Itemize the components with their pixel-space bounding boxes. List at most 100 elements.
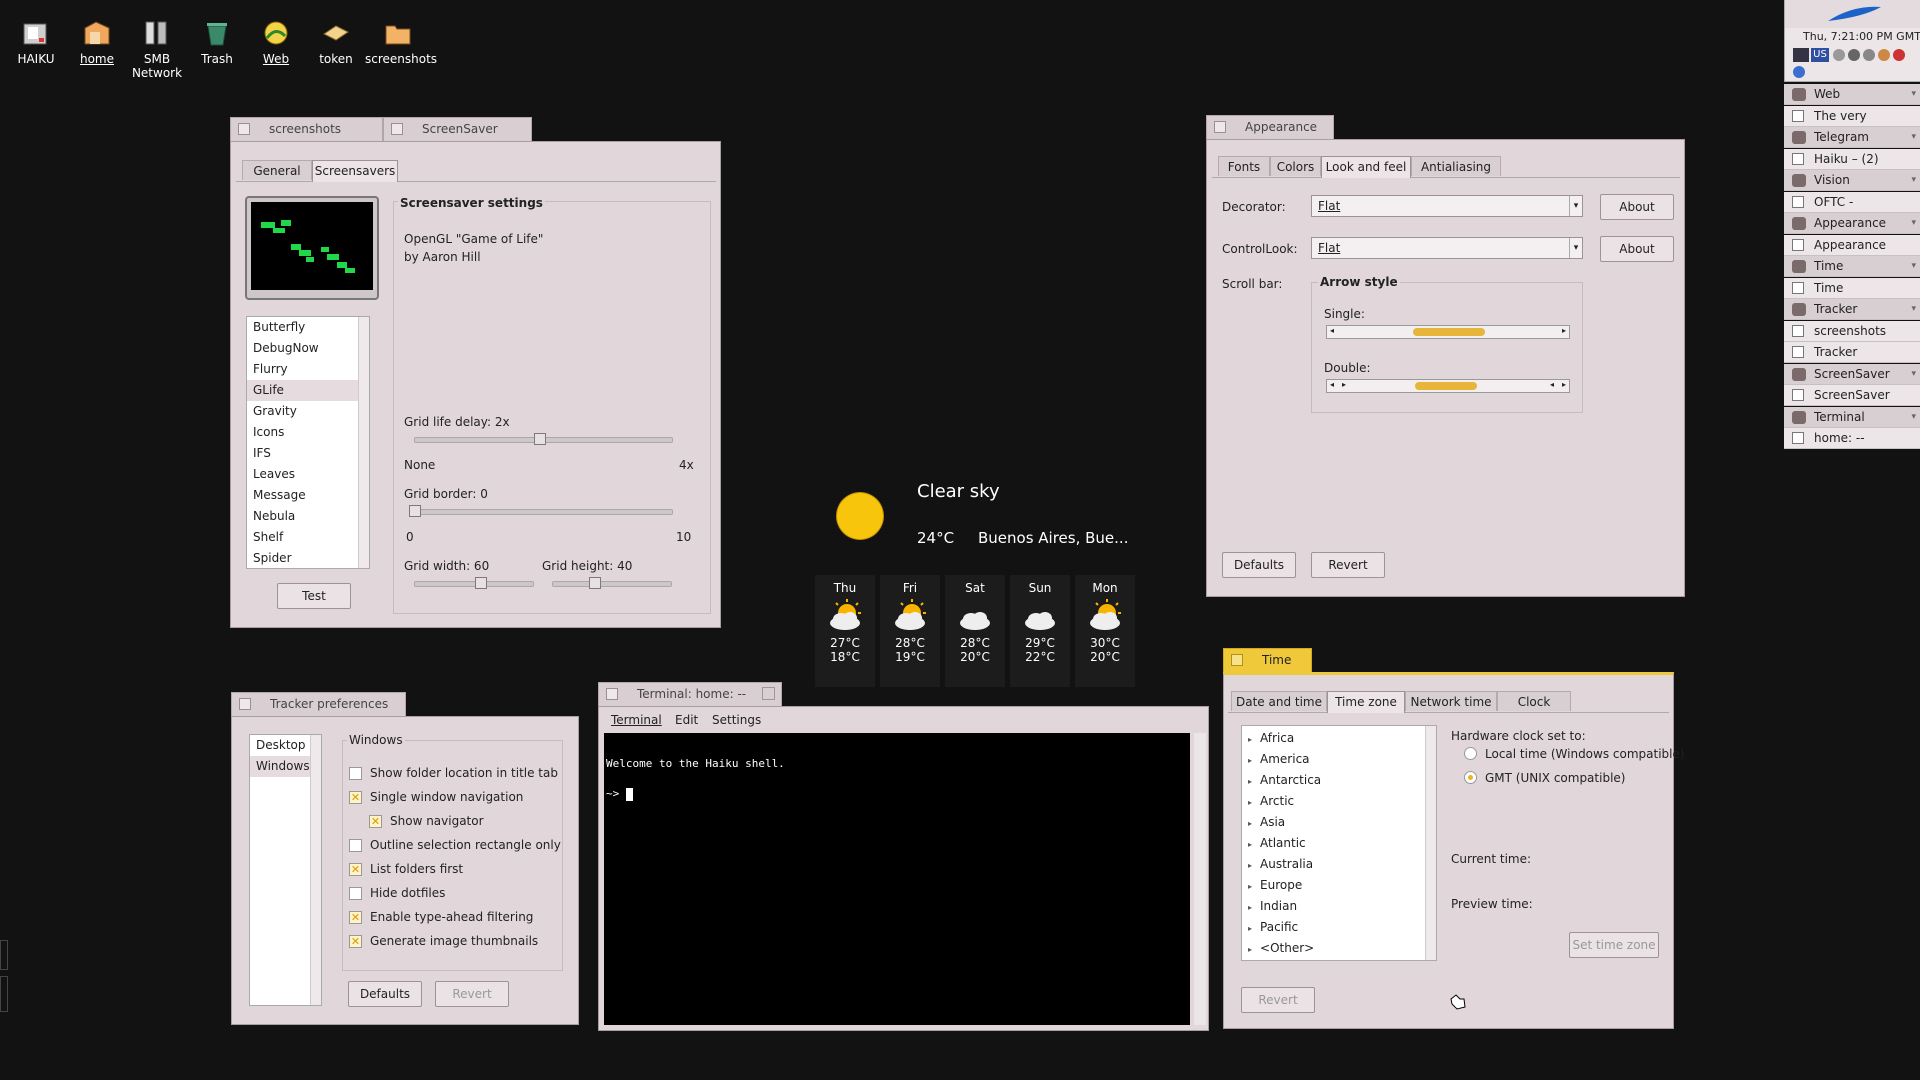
menu-terminal[interactable]: Terminal <box>611 713 662 727</box>
network-status-icon[interactable] <box>1833 49 1845 61</box>
list-item[interactable]: Nebula <box>247 506 369 527</box>
tab-antialiasing[interactable]: Antialiasing <box>1411 156 1501 176</box>
checkbox[interactable]: ✕ <box>369 815 382 828</box>
terminal-output[interactable]: Welcome to the Haiku shell. ~> <box>604 733 1190 1025</box>
width-slider-knob[interactable] <box>475 577 487 589</box>
width-slider-track[interactable] <box>414 581 534 587</box>
tab-general[interactable]: General <box>242 160 312 180</box>
deskbar-app[interactable]: Web ▾ <box>1784 84 1920 105</box>
tracker-revert-button[interactable]: Revert <box>435 981 509 1007</box>
border-slider-knob[interactable] <box>409 505 421 517</box>
tab-screensaver-window[interactable]: ScreenSaver <box>383 117 532 141</box>
list-item[interactable]: Shelf <box>247 527 369 548</box>
desktop-icon-screenshots[interactable]: screenshots <box>365 18 437 66</box>
border-slider-track[interactable] <box>414 509 673 515</box>
deskbar-app[interactable]: Vision ▾ <box>1784 170 1920 191</box>
desktop-icon-trash[interactable]: Trash <box>185 18 249 66</box>
list-item[interactable]: Message <box>247 485 369 506</box>
tab-date-and-time[interactable]: Date and time <box>1231 691 1327 711</box>
deskbar-window[interactable]: OFTC - [...oftc.net] <box>1784 191 1920 230</box>
desktop-icon-smb[interactable]: SMB Network <box>124 18 190 80</box>
scrollbar[interactable] <box>1194 733 1206 1025</box>
media-icon[interactable] <box>1848 49 1860 61</box>
scrollbar[interactable] <box>310 735 321 1005</box>
tab-time-zone[interactable]: Time zone <box>1327 691 1405 713</box>
close-icon[interactable] <box>606 688 618 700</box>
time-zone-item[interactable]: ▸ Asia <box>1242 812 1436 833</box>
list-item[interactable]: GLife <box>247 380 369 401</box>
close-icon[interactable] <box>1231 654 1243 666</box>
deskbar-window[interactable]: home: -- <box>1784 428 1920 449</box>
close-icon[interactable] <box>238 123 250 135</box>
tab-time-window[interactable]: Time <box>1223 648 1312 672</box>
list-item[interactable]: IFS <box>247 443 369 464</box>
local-time-radio[interactable] <box>1464 747 1477 760</box>
scrollbar[interactable] <box>1425 726 1436 960</box>
deskbar-window[interactable]: ScreenSaver <box>1784 385 1920 406</box>
tab-screensavers[interactable]: Screensavers <box>312 160 398 182</box>
desktop-icon-haiku[interactable]: HAIKU <box>4 18 68 66</box>
tab-appearance-window[interactable]: Appearance <box>1206 115 1334 139</box>
time-zone-item[interactable]: ▸ Antarctica <box>1242 770 1436 791</box>
checkbox[interactable] <box>349 887 362 900</box>
deskbar-window[interactable]: Time <box>1784 277 1920 299</box>
time-zone-item[interactable]: ▸ Indian <box>1242 896 1436 917</box>
list-item[interactable]: Gravity <box>247 401 369 422</box>
tab-screenshots-window[interactable]: screenshots <box>230 117 383 141</box>
deskbar-clock[interactable]: Thu, 7:21:00 PM GMT <box>1803 30 1920 43</box>
checkbox[interactable]: ✕ <box>349 911 362 924</box>
desktop-icon-home[interactable]: home <box>65 18 129 66</box>
cpu-icon[interactable] <box>1863 49 1875 61</box>
deskbar-window[interactable]: screenshots <box>1784 320 1920 342</box>
list-item[interactable]: Leaves <box>247 464 369 485</box>
scrollbar[interactable] <box>358 317 369 568</box>
delay-slider-knob[interactable] <box>534 433 546 445</box>
close-icon[interactable] <box>391 123 403 135</box>
controllook-dropdown[interactable]: Flat ▾ <box>1311 237 1583 259</box>
desktop-icon-token[interactable]: token <box>304 18 368 66</box>
edge-handle[interactable] <box>0 976 8 1012</box>
desktop-icon-web[interactable]: Web <box>244 18 308 66</box>
tab-tracker-preferences[interactable]: Tracker preferences <box>231 692 406 716</box>
time-zone-item[interactable]: ▸ America <box>1242 749 1436 770</box>
decorator-about-button[interactable]: About <box>1600 194 1674 220</box>
workspaces-icon[interactable] <box>1793 48 1809 62</box>
time-zone-item[interactable]: ▸ Africa <box>1242 728 1436 749</box>
time-zone-item[interactable]: ▸ Europe <box>1242 875 1436 896</box>
list-item[interactable]: DebugNow <box>247 338 369 359</box>
decorator-dropdown[interactable]: Flat ▾ <box>1311 195 1583 217</box>
appearance-revert-button[interactable]: Revert <box>1311 552 1385 578</box>
list-item[interactable]: Butterfly <box>247 317 369 338</box>
close-icon[interactable] <box>1214 121 1226 133</box>
tab-network-time[interactable]: Network time <box>1405 691 1497 711</box>
deskbar-window[interactable]: Tracker ...ferences <box>1784 342 1920 380</box>
double-arrow-scrollbar-preview[interactable]: ◂ ▸ ◂ ▸ <box>1326 379 1570 393</box>
deskbar-app[interactable]: Time ▾ <box>1784 256 1920 277</box>
list-item[interactable]: Flurry <box>247 359 369 380</box>
time-zone-item[interactable]: ▸ Australia <box>1242 854 1436 875</box>
deskbar-app[interactable]: ScreenSaver ▾ <box>1784 363 1920 385</box>
checkbox[interactable] <box>349 767 362 780</box>
notification-icon[interactable] <box>1893 49 1905 61</box>
tracker-defaults-button[interactable]: Defaults <box>348 981 422 1007</box>
height-slider-track[interactable] <box>552 581 672 587</box>
time-zone-item[interactable]: ▸ Pacific <box>1242 917 1436 938</box>
checkbox[interactable]: ✕ <box>349 935 362 948</box>
edge-handle[interactable] <box>0 940 8 970</box>
list-item[interactable]: Icons <box>247 422 369 443</box>
close-icon[interactable] <box>239 698 251 710</box>
controllook-about-button[interactable]: About <box>1600 236 1674 262</box>
tab-colors[interactable]: Colors <box>1270 156 1321 176</box>
gmt-radio[interactable] <box>1464 771 1477 784</box>
height-slider-knob[interactable] <box>589 577 601 589</box>
menu-edit[interactable]: Edit <box>675 713 698 727</box>
set-time-zone-button[interactable]: Set time zone <box>1569 932 1659 958</box>
tab-clock[interactable]: Clock <box>1497 691 1571 711</box>
checkbox[interactable] <box>349 839 362 852</box>
list-item[interactable]: Spider <box>247 548 369 568</box>
deskbar-app[interactable]: Terminal ▾ <box>1784 406 1920 428</box>
deskbar-window[interactable]: Appearance <box>1784 234 1920 256</box>
tab-look-and-feel[interactable]: Look and feel <box>1321 156 1411 178</box>
menu-settings[interactable]: Settings <box>712 713 761 727</box>
tab-fonts[interactable]: Fonts <box>1218 156 1270 176</box>
